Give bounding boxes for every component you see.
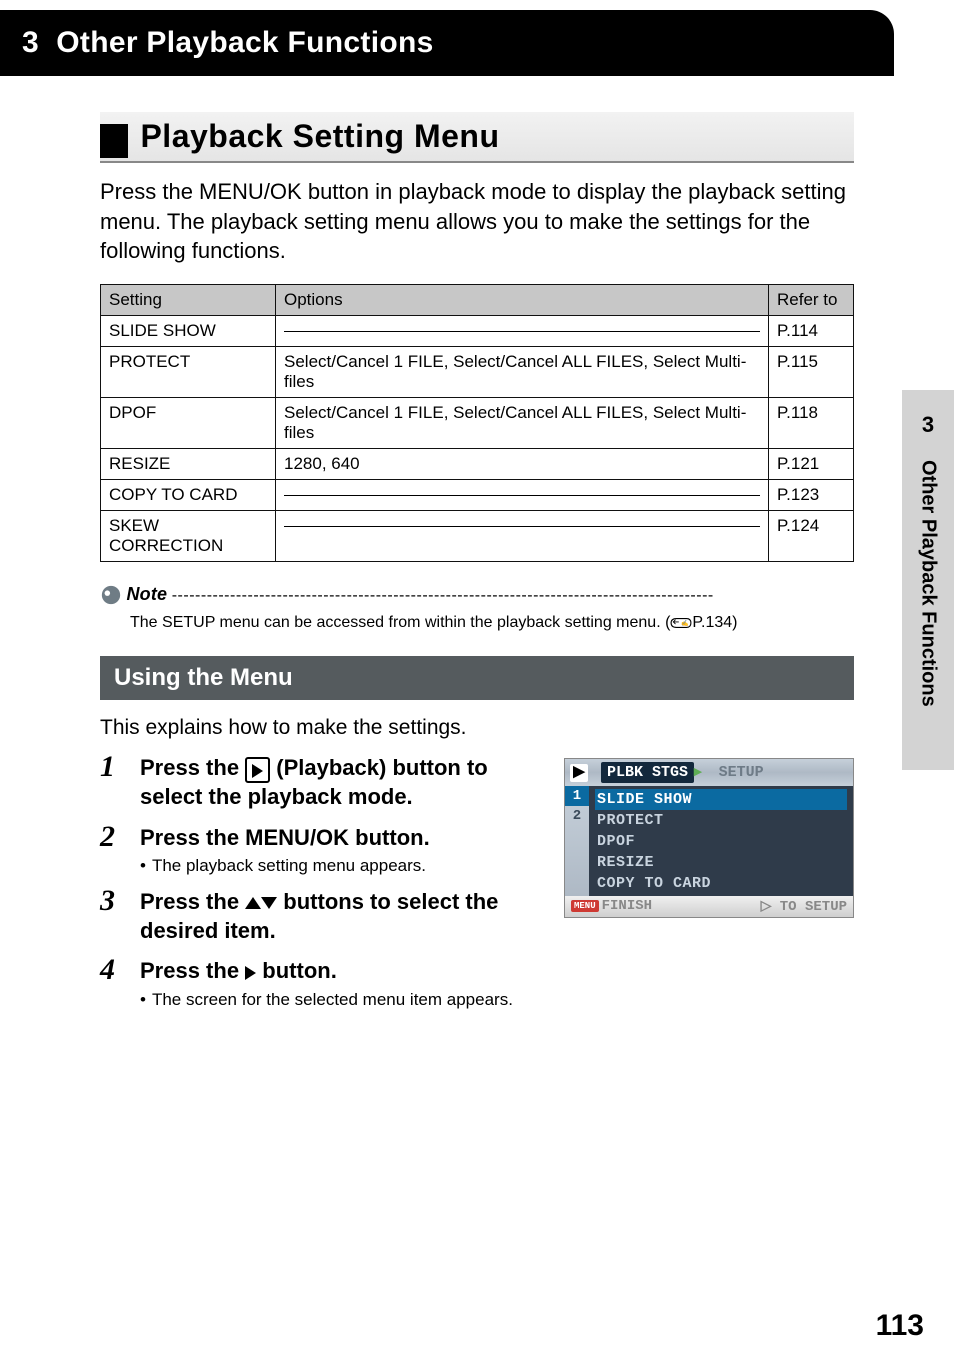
table-row: SLIDE SHOW P.114 (101, 316, 854, 347)
step-item: 2 Press the MENU/OK button. •The playbac… (100, 824, 854, 877)
note-text: The SETUP menu can be accessed from with… (130, 614, 854, 632)
empty-line-icon (284, 495, 760, 496)
step-sub: •The screen for the selected menu item a… (140, 990, 854, 1010)
table-row: COPY TO CARD P.123 (101, 480, 854, 511)
section-heading-row: Playback Setting Menu (100, 112, 854, 163)
note-bullet-icon (100, 584, 122, 611)
up-arrow-icon (245, 897, 261, 909)
th-refer: Refer to (769, 285, 854, 316)
step-title: Press the MENU/OK button. (140, 824, 854, 853)
chapter-banner: 3 Other Playback Functions (0, 10, 894, 76)
page-number: 113 (876, 1309, 924, 1343)
chapter-title: 3 Other Playback Functions (22, 26, 872, 60)
step-title: Press the button. (140, 957, 854, 986)
settings-table: Setting Options Refer to SLIDE SHOW P.11… (100, 284, 854, 562)
table-row: PROTECT Select/Cancel 1 FILE, Select/Can… (101, 347, 854, 398)
page-ref-icon: ✍ (670, 614, 692, 631)
side-tab: 3 Other Playback Functions (902, 390, 954, 770)
th-options: Options (276, 285, 769, 316)
step-item: 4 Press the button. •The screen for the … (100, 957, 854, 1010)
subsection-title: Using the Menu (100, 656, 854, 700)
subsection-intro: This explains how to make the settings. (100, 714, 854, 742)
note-dashes: ----------------------------------------… (172, 587, 714, 604)
empty-line-icon (284, 331, 760, 332)
section-intro: Press the MENU/OK button in playback mod… (100, 177, 854, 266)
note-label: Note (126, 584, 167, 604)
section-marker-icon (100, 124, 128, 158)
step-title: Press the buttons to select the desired … (140, 888, 854, 945)
step-item: 1 Press the (Playback) button to select … (100, 754, 854, 811)
playback-icon (245, 757, 270, 783)
step-item: 3 Press the buttons to select the desire… (100, 888, 854, 945)
section-title: Playback Setting Menu (140, 118, 499, 155)
step-title: Press the (Playback) button to select th… (140, 754, 854, 811)
side-tab-number: 3 (902, 390, 954, 438)
th-setting: Setting (101, 285, 276, 316)
step-number: 4 (100, 953, 115, 987)
table-row: DPOF Select/Cancel 1 FILE, Select/Cancel… (101, 398, 854, 449)
side-tab-text: Other Playback Functions (917, 460, 940, 707)
svg-text:✍: ✍ (681, 619, 689, 627)
right-arrow-icon (245, 966, 256, 980)
table-row: RESIZE 1280, 640 P.121 (101, 449, 854, 480)
down-arrow-icon (261, 897, 277, 909)
step-sub: •The playback setting menu appears. (140, 856, 854, 876)
step-number: 2 (100, 820, 115, 854)
note-block: Note -----------------------------------… (100, 584, 854, 632)
empty-line-icon (284, 526, 760, 527)
step-number: 1 (100, 750, 115, 784)
step-number: 3 (100, 884, 115, 918)
table-row: SKEW CORRECTION P.124 (101, 511, 854, 562)
